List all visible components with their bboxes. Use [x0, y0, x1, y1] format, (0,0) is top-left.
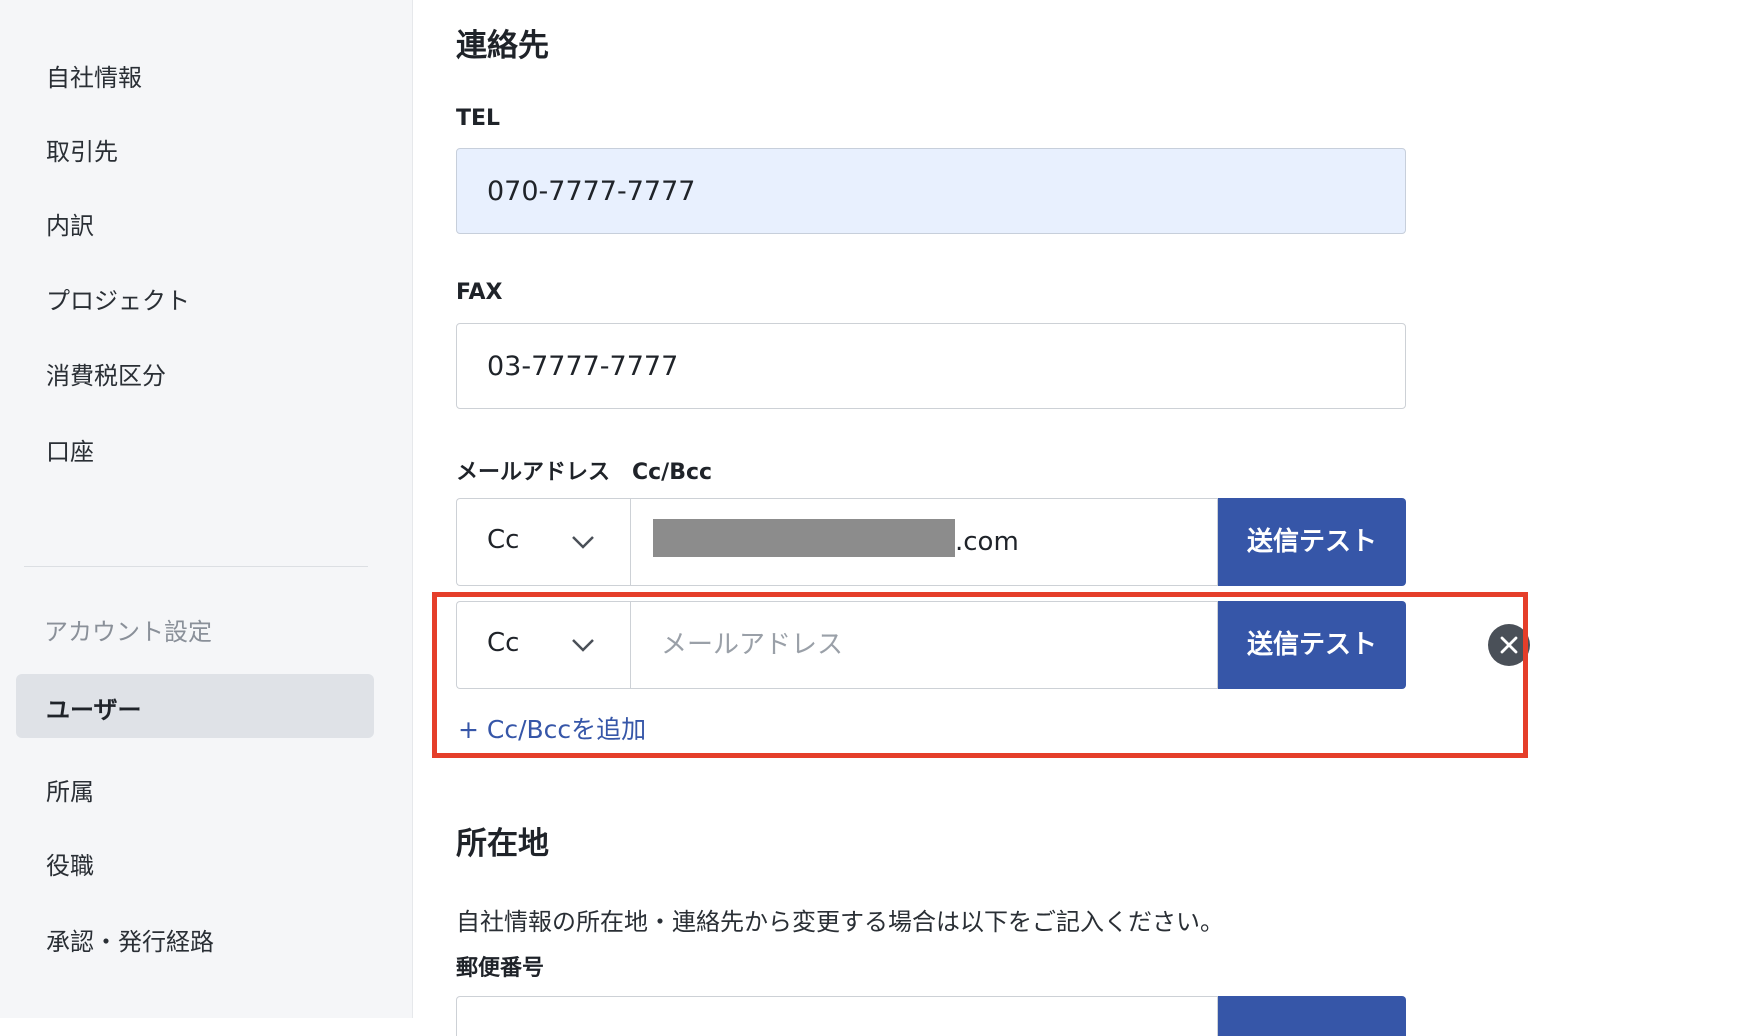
tel-input[interactable]: 070-7777-7777 — [456, 148, 1406, 234]
sidebar-item-tax-category[interactable]: 消費税区分 — [46, 356, 166, 391]
zip-search-button[interactable] — [1218, 996, 1406, 1036]
sidebar-item-breakdown[interactable]: 内訳 — [46, 206, 94, 241]
sidebar-item-position[interactable]: 役職 — [46, 846, 94, 881]
sidebar-item-bank-account[interactable]: 口座 — [46, 432, 94, 467]
send-test-button[interactable]: 送信テスト — [1218, 498, 1406, 586]
remove-row-button[interactable] — [1488, 624, 1530, 666]
cc-bcc-select[interactable]: Cc — [456, 601, 630, 689]
fax-input[interactable]: 03-7777-7777 — [456, 323, 1406, 409]
cc-bcc-select-value: Cc — [487, 525, 520, 555]
email-input[interactable]: .com — [630, 498, 1218, 586]
address-description: 自社情報の所在地・連絡先から変更する場合は以下をご記入ください。 — [456, 908, 1224, 936]
sidebar-item-approval-route[interactable]: 承認・発行経路 — [46, 922, 214, 957]
email-label: メールアドレス Cc/Bcc — [456, 460, 713, 485]
email-row: Cc .com 送信テスト — [456, 498, 1406, 586]
sidebar-item-clients[interactable]: 取引先 — [46, 132, 118, 167]
sidebar-item-department[interactable]: 所属 — [46, 772, 94, 807]
chevron-down-icon — [572, 639, 594, 652]
cc-bcc-select-value: Cc — [487, 628, 520, 658]
contact-section-title: 連絡先 — [456, 28, 549, 64]
fax-label: FAX — [456, 280, 503, 305]
email-suffix: .com — [955, 527, 1019, 557]
sidebar-item-project[interactable]: プロジェクト — [46, 281, 190, 316]
sidebar-item-company-info[interactable]: 自社情報 — [46, 58, 142, 93]
email-row: Cc メールアドレス 送信テスト — [456, 601, 1530, 689]
tel-label: TEL — [456, 106, 501, 131]
email-input[interactable]: メールアドレス — [630, 601, 1218, 689]
send-test-button[interactable]: 送信テスト — [1218, 601, 1406, 689]
zip-label: 郵便番号 — [456, 956, 545, 981]
zip-input[interactable] — [456, 996, 1218, 1036]
close-icon — [1500, 636, 1518, 654]
sidebar: 自社情報 取引先 内訳 プロジェクト 消費税区分 口座 アカウント設定 ユーザー… — [0, 0, 413, 1018]
chevron-down-icon — [572, 536, 594, 549]
redacted-email — [653, 519, 955, 557]
email-input-placeholder: メールアドレス — [661, 630, 844, 660]
sidebar-section-title: アカウント設定 — [44, 618, 212, 646]
address-section-title: 所在地 — [456, 826, 549, 862]
sidebar-item-users-label: ユーザー — [46, 696, 142, 724]
add-cc-bcc-link[interactable]: + Cc/Bccを追加 — [458, 710, 646, 746]
sidebar-divider — [24, 566, 368, 567]
main-content: 連絡先 TEL 070-7777-7777 FAX 03-7777-7777 メ… — [412, 0, 1738, 1036]
cc-bcc-select[interactable]: Cc — [456, 498, 630, 586]
